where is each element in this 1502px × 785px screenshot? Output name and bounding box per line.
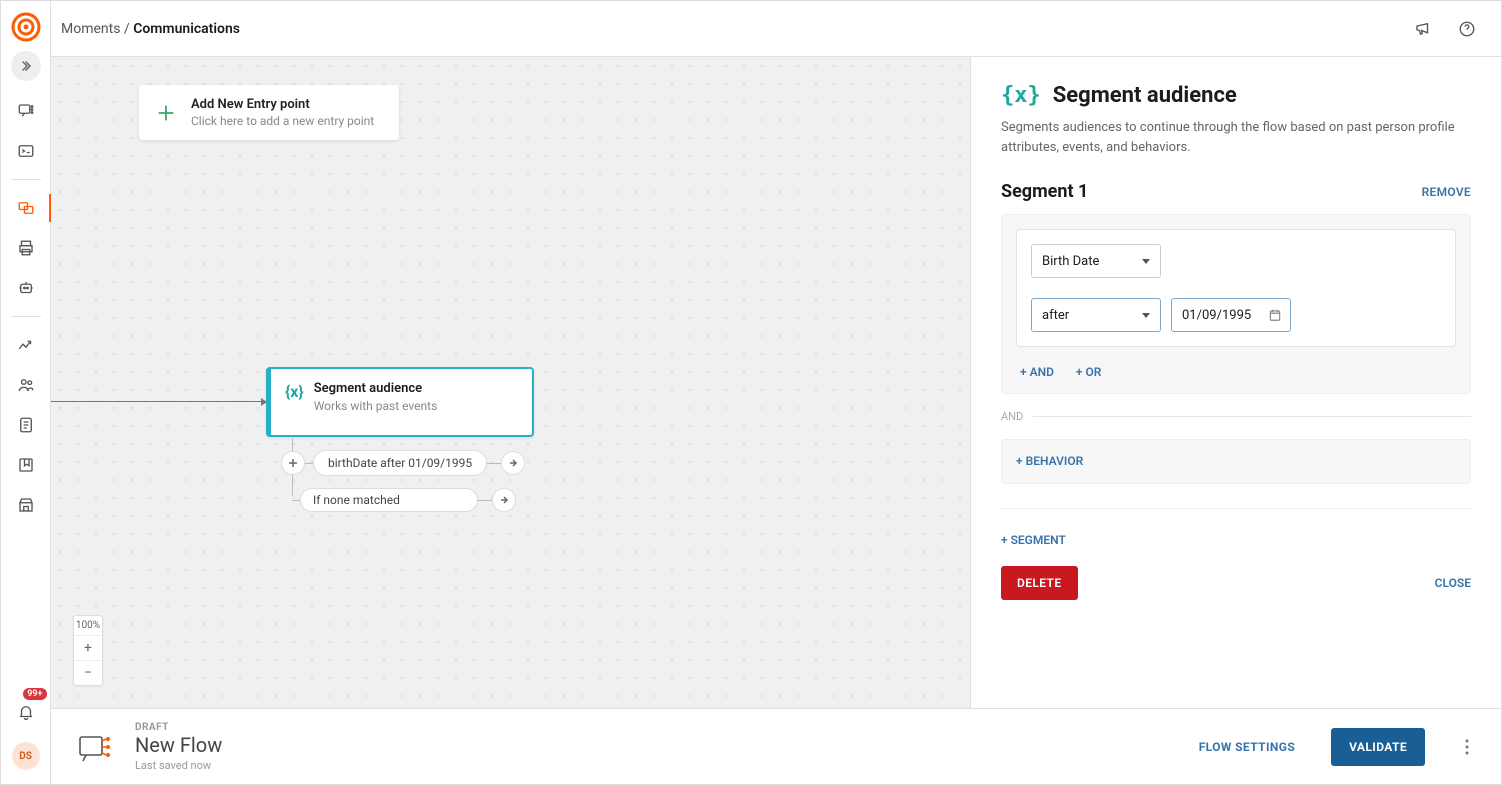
add-and-button[interactable]: + AND	[1020, 365, 1054, 379]
nav-print-icon[interactable]	[1, 228, 51, 268]
announce-icon[interactable]	[1409, 15, 1437, 43]
date-input[interactable]: 01/09/1995	[1171, 298, 1291, 332]
flow-status: DRAFT	[135, 722, 222, 733]
attribute-select[interactable]: Birth Date	[1031, 244, 1161, 278]
braces-icon: {x}	[1001, 83, 1041, 108]
panel-title: Segment audience	[1053, 83, 1237, 108]
zoom-out-button[interactable]: −	[74, 661, 102, 685]
breadcrumb-current: Communications	[133, 21, 240, 37]
add-entry-point-card[interactable]: Add New Entry point Click here to add a …	[139, 85, 399, 140]
calendar-icon	[1268, 308, 1282, 326]
notification-badge: 99+	[23, 688, 46, 700]
nav-terminal-icon[interactable]	[1, 131, 51, 171]
help-icon[interactable]	[1453, 15, 1481, 43]
flow-saved: Last saved now	[135, 759, 222, 772]
flow-canvas[interactable]: Add New Entry point Click here to add a …	[51, 57, 971, 708]
zoom-level: 100%	[74, 616, 102, 636]
nav-doc-icon[interactable]	[1, 405, 51, 445]
delete-button[interactable]: DELETE	[1001, 566, 1078, 600]
nav-analytics-icon[interactable]	[1, 325, 51, 365]
branch-condition-pill[interactable]: birthDate after 01/09/1995	[313, 450, 487, 476]
close-button[interactable]: CLOSE	[1435, 576, 1471, 590]
app-root: 99+ DS Moments / Communications	[0, 0, 1502, 785]
properties-panel: {x} Segment audience Segments audiences …	[971, 57, 1501, 708]
validate-button[interactable]: VALIDATE	[1331, 728, 1425, 766]
notifications-button[interactable]: 99+	[1, 692, 51, 732]
operator-select[interactable]: after	[1031, 298, 1161, 332]
branch-next-button[interactable]	[501, 451, 525, 475]
add-or-button[interactable]: + OR	[1076, 365, 1101, 379]
nav-conversations-icon[interactable]	[1, 91, 51, 131]
rail-divider-2	[11, 316, 41, 317]
remove-segment-button[interactable]: REMOVE	[1422, 185, 1471, 199]
top-bar: Moments / Communications	[51, 1, 1501, 57]
connector-in	[51, 401, 266, 403]
entry-subtitle: Click here to add a new entry point	[191, 114, 374, 128]
nav-bookmark-icon[interactable]	[1, 445, 51, 485]
user-avatar[interactable]: DS	[12, 742, 40, 770]
braces-icon: {x}	[285, 382, 304, 413]
and-separator: AND	[1001, 410, 1471, 423]
flow-icon	[75, 726, 117, 768]
segment-heading: Segment 1	[1001, 181, 1088, 202]
flow-meta: DRAFT New Flow Last saved now	[135, 722, 222, 772]
segment-audience-node[interactable]: {x} Segment audience Works with past eve…	[266, 367, 534, 437]
main-area: Moments / Communications Add New Entr	[51, 1, 1501, 784]
left-rail: 99+ DS	[1, 1, 51, 784]
add-segment-button[interactable]: + SEGMENT	[1001, 533, 1066, 547]
branch-else-pill[interactable]: If none matched	[300, 488, 478, 512]
separator	[1001, 508, 1471, 509]
branch-else-next-button[interactable]	[492, 488, 516, 512]
entry-title: Add New Entry point	[191, 97, 374, 112]
footer-bar: DRAFT New Flow Last saved now FLOW SETTI…	[51, 708, 1501, 784]
node-title: Segment audience	[314, 381, 438, 396]
expand-sidebar-button[interactable]	[11, 51, 41, 81]
flow-name[interactable]: New Flow	[135, 733, 222, 757]
behavior-block: + BEHAVIOR	[1001, 439, 1471, 484]
nav-people-icon[interactable]	[1, 365, 51, 405]
rail-divider	[11, 179, 41, 180]
node-branches: birthDate after 01/09/1995 If none match…	[284, 438, 525, 512]
add-behavior-button[interactable]: + BEHAVIOR	[1016, 454, 1083, 468]
zoom-control: 100% + −	[73, 615, 103, 686]
more-menu-button[interactable]	[1457, 739, 1477, 755]
zoom-in-button[interactable]: +	[74, 636, 102, 661]
add-branch-button[interactable]	[281, 451, 305, 475]
flow-settings-button[interactable]: FLOW SETTINGS	[1199, 740, 1295, 754]
nav-store-icon[interactable]	[1, 485, 51, 525]
body-split: Add New Entry point Click here to add a …	[51, 57, 1501, 708]
segment-block: Birth Date after 01/09/1995	[1001, 214, 1471, 394]
node-subtitle: Works with past events	[314, 399, 438, 413]
nav-moments-icon[interactable]	[1, 188, 51, 228]
breadcrumb-root: Moments	[61, 21, 120, 37]
plus-icon	[153, 100, 179, 126]
panel-description: Segments audiences to continue through t…	[1001, 118, 1471, 157]
rule-card: Birth Date after 01/09/1995	[1016, 229, 1456, 347]
breadcrumb[interactable]: Moments / Communications	[61, 21, 240, 37]
panel-header: {x} Segment audience	[1001, 83, 1471, 108]
brand-logo[interactable]	[8, 9, 44, 45]
nav-bot-icon[interactable]	[1, 268, 51, 308]
